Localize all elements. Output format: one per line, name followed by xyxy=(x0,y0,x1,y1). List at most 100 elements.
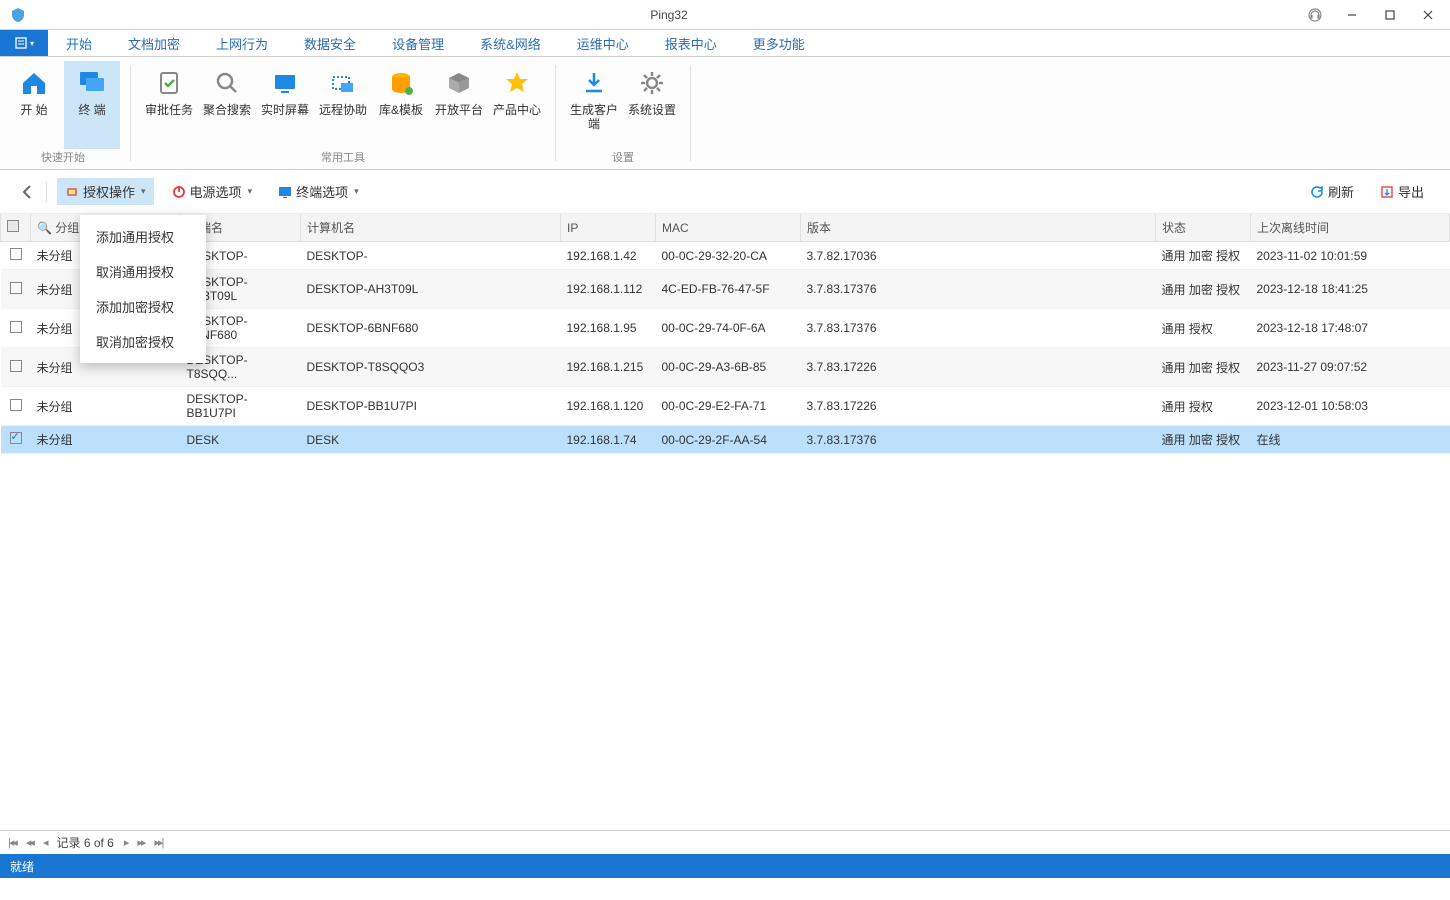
power-icon xyxy=(172,185,186,199)
row-checkbox[interactable] xyxy=(10,360,22,372)
caret-down-icon: ▾ xyxy=(141,186,146,197)
statusbar: 就绪 xyxy=(0,854,1450,878)
ribbon-search-button[interactable]: 聚合搜索 xyxy=(199,61,255,149)
cell-version: 3.7.83.17226 xyxy=(801,348,1156,387)
tab-report-center[interactable]: 报表中心 xyxy=(647,30,735,56)
tab-device-mgmt[interactable]: 设备管理 xyxy=(374,30,462,56)
row-checkbox[interactable] xyxy=(10,248,22,260)
ribbon-terminal-button[interactable]: 终 端 xyxy=(64,61,120,149)
table-row[interactable]: 未分组DESKTOP-AH3T09LDESKTOP-AH3T09L192.168… xyxy=(1,270,1450,309)
col-header-last-offline[interactable]: 上次离线时间 xyxy=(1251,214,1450,242)
refresh-icon xyxy=(1310,185,1324,199)
terminals-table: 🔍 分组 终端名 计算机名 IP MAC 版本 状态 上次离线时间 未分组DES… xyxy=(0,214,1450,454)
terminal-small-icon xyxy=(278,185,292,199)
tab-doc-encrypt[interactable]: 文档加密 xyxy=(110,30,198,56)
col-header-mac[interactable]: MAC xyxy=(656,214,801,242)
table-header-row: 🔍 分组 终端名 计算机名 IP MAC 版本 状态 上次离线时间 xyxy=(1,214,1450,242)
tab-ops-center[interactable]: 运维中心 xyxy=(559,30,647,56)
row-checkbox[interactable] xyxy=(10,282,22,294)
ribbon-group-settings: 生成客户端 系统设置 设置 xyxy=(560,57,686,169)
cell-version: 3.7.82.17036 xyxy=(801,242,1156,270)
ribbon-remote-button[interactable]: 远程协助 xyxy=(315,61,371,149)
menu-cancel-encrypt-auth[interactable]: 取消加密授权 xyxy=(80,324,206,359)
approval-icon xyxy=(153,67,185,99)
col-header-status[interactable]: 状态 xyxy=(1156,214,1251,242)
caret-down-icon: ▾ xyxy=(248,186,253,197)
tab-start[interactable]: 开始 xyxy=(48,30,110,56)
table-row[interactable]: 未分组DESKTOP-BB1U7PIDESKTOP-BB1U7PI192.168… xyxy=(1,387,1450,426)
cell-computer-name: DESKTOP-T8SQQO3 xyxy=(301,348,561,387)
power-opts-dropdown[interactable]: 电源选项 ▾ xyxy=(164,178,261,205)
auth-ops-label: 授权操作 xyxy=(83,182,135,201)
ribbon-realtime-button[interactable]: 实时屏幕 xyxy=(257,61,313,149)
table-row[interactable]: 未分组DESKDESK192.168.1.7400-0C-29-2F-AA-54… xyxy=(1,426,1450,454)
col-header-ip[interactable]: IP xyxy=(561,214,656,242)
ribbon-tabs: ▾ 开始 文档加密 上网行为 数据安全 设备管理 系统&网络 运维中心 报表中心… xyxy=(0,30,1450,56)
window-title: Ping32 xyxy=(32,8,1306,22)
ribbon-home-button[interactable]: 开 始 xyxy=(6,61,62,149)
group-label-common-tools: 常用工具 xyxy=(321,149,365,167)
tab-net-behavior[interactable]: 上网行为 xyxy=(198,30,286,56)
close-button[interactable] xyxy=(1410,1,1446,29)
ribbon-open-platform-button[interactable]: 开放平台 xyxy=(431,61,487,149)
export-button[interactable]: 导出 xyxy=(1372,178,1432,205)
row-checkbox[interactable] xyxy=(10,399,22,411)
auth-ops-menu: 添加通用授权 取消通用授权 添加加密授权 取消加密授权 xyxy=(80,215,206,363)
ribbon-approval-button[interactable]: 审批任务 xyxy=(141,61,197,149)
col-header-checkbox[interactable] xyxy=(1,214,31,242)
ribbon-separator xyxy=(555,65,556,161)
tab-more[interactable]: 更多功能 xyxy=(735,30,823,56)
menu-cancel-general-auth[interactable]: 取消通用授权 xyxy=(80,254,206,289)
cell-group: 未分组 xyxy=(31,387,181,426)
terminal-opts-dropdown[interactable]: 终端选项 ▾ xyxy=(270,178,367,205)
cell-group: 未分组 xyxy=(31,426,181,454)
pager-label: 记录 6 of 6 xyxy=(56,834,113,851)
cell-ip: 192.168.1.120 xyxy=(561,387,656,426)
table-row[interactable]: 未分组DESKTOP-6BNF680DESKTOP-6BNF680192.168… xyxy=(1,309,1450,348)
row-checkbox[interactable] xyxy=(10,432,22,444)
tab-data-security[interactable]: 数据安全 xyxy=(286,30,374,56)
titlebar: Ping32 xyxy=(0,0,1450,30)
support-icon[interactable] xyxy=(1306,6,1324,24)
ribbon-library-button[interactable]: 库&模板 xyxy=(373,61,429,149)
refresh-button[interactable]: 刷新 xyxy=(1302,178,1362,205)
tab-sys-net[interactable]: 系统&网络 xyxy=(462,30,559,56)
maximize-button[interactable] xyxy=(1372,1,1408,29)
file-menu-button[interactable]: ▾ xyxy=(0,30,48,56)
cell-mac: 00-0C-29-2F-AA-54 xyxy=(656,426,801,454)
export-icon xyxy=(1380,185,1394,199)
ribbon-sys-settings-button[interactable]: 系统设置 xyxy=(624,61,680,149)
pager-prev[interactable]: ◂ xyxy=(43,836,47,849)
minimize-button[interactable] xyxy=(1334,1,1370,29)
auth-ops-dropdown[interactable]: 授权操作 ▾ xyxy=(57,178,154,205)
menu-add-general-auth[interactable]: 添加通用授权 xyxy=(80,219,206,254)
ribbon-approval-label: 审批任务 xyxy=(145,103,193,117)
col-header-version[interactable]: 版本 xyxy=(801,214,1156,242)
cell-mac: 00-0C-29-A3-6B-85 xyxy=(656,348,801,387)
cell-computer-name: DESK xyxy=(301,426,561,454)
ribbon-separator xyxy=(690,65,691,161)
cell-status: 通用 授权 xyxy=(1156,309,1251,348)
cell-mac: 00-0C-29-32-20-CA xyxy=(656,242,801,270)
pager-first[interactable]: |◂◂ xyxy=(8,836,16,849)
app-icon xyxy=(10,7,26,23)
cell-version: 3.7.83.17376 xyxy=(801,270,1156,309)
ribbon-separator xyxy=(130,65,131,161)
window-controls xyxy=(1334,1,1446,29)
pager-prev-page[interactable]: ◂◂ xyxy=(26,836,33,849)
ribbon-product-center-button[interactable]: 产品中心 xyxy=(489,61,545,149)
search-small-icon: 🔍 xyxy=(37,221,52,235)
pager-next[interactable]: ▸ xyxy=(124,836,128,849)
menu-add-encrypt-auth[interactable]: 添加加密授权 xyxy=(80,289,206,324)
row-checkbox[interactable] xyxy=(10,321,22,333)
ribbon-gen-client-button[interactable]: 生成客户端 xyxy=(566,61,622,149)
back-button[interactable] xyxy=(18,183,36,201)
pager-last[interactable]: ▸▸| xyxy=(154,836,162,849)
toolbar-separator xyxy=(46,182,47,202)
table-row[interactable]: 未分组DESKTOP-DESKTOP-192.168.1.4200-0C-29-… xyxy=(1,242,1450,270)
cell-terminal-name: DESKTOP-BB1U7PI xyxy=(181,387,301,426)
table-row[interactable]: 未分组DESKTOP-T8SQQ...DESKTOP-T8SQQO3192.16… xyxy=(1,348,1450,387)
terminal-opts-label: 终端选项 xyxy=(296,182,348,201)
pager-next-page[interactable]: ▸▸ xyxy=(137,836,144,849)
col-header-computer-name[interactable]: 计算机名 xyxy=(301,214,561,242)
